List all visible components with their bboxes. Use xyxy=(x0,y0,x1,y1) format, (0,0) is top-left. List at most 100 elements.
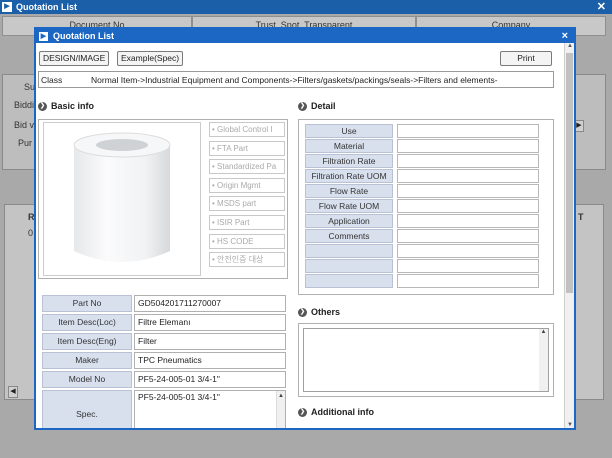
detail-section-title[interactable]: ❯ Detail xyxy=(298,101,336,111)
detail-row-empty-1 xyxy=(305,244,539,258)
field-row-item-desc-loc: Item Desc(Loc) Filtre Elemanı xyxy=(42,314,286,331)
spec-value: PF5-24-005-01 3/4-1" xyxy=(138,392,220,402)
empty-field[interactable] xyxy=(397,274,539,288)
material-field[interactable] xyxy=(397,139,539,153)
bg-hscroll-arrow[interactable]: ◀ xyxy=(8,386,18,398)
window-icon: ▶ xyxy=(2,2,12,12)
field-row-model-no: Model No PF5-24-005-01 3/4-1" xyxy=(42,371,286,388)
modal-titlebar: ▶ Quotation List × xyxy=(36,29,574,43)
detail-row-use: Use xyxy=(305,124,539,138)
use-label: Use xyxy=(305,124,393,138)
background-title: Quotation List xyxy=(16,2,77,12)
flag-standardized: • Standardized Pa xyxy=(209,159,285,175)
others-scrollbar[interactable]: ▲ xyxy=(539,329,548,391)
flag-list: • Global Control I • FTA Part • Standard… xyxy=(209,122,285,271)
item-desc-eng-field[interactable]: Filter xyxy=(134,333,286,350)
basic-fields: Part No GD504201711270007 Item Desc(Loc)… xyxy=(42,295,286,428)
additional-info-section-title[interactable]: ❯ Additional info xyxy=(298,407,374,417)
comments-label: Comments xyxy=(305,229,393,243)
class-path: Normal Item->Industrial Equipment and Co… xyxy=(91,74,498,85)
filtration-rate-label: Filtration Rate xyxy=(305,154,393,168)
bg-label-pur: Pur xyxy=(18,138,33,148)
modal-scrollbar[interactable]: ▲ ▼ xyxy=(564,43,574,428)
modal-content: DESIGN/IMAGE Example(Spec) Print Class N… xyxy=(36,43,564,428)
item-desc-loc-label: Item Desc(Loc) xyxy=(42,314,132,331)
bg-grid-cell-0: 0 xyxy=(28,228,34,238)
collapse-icon: ❯ xyxy=(298,407,307,417)
item-desc-loc-field[interactable]: Filtre Elemanı xyxy=(134,314,286,331)
quotation-modal: ▶ Quotation List × DESIGN/IMAGE Example(… xyxy=(34,27,576,430)
material-label: Material xyxy=(305,139,393,153)
filtration-rate-uom-label: Filtration Rate UOM xyxy=(305,169,393,183)
spec-textarea[interactable]: PF5-24-005-01 3/4-1" ▲ xyxy=(134,390,286,428)
detail-row-material: Material xyxy=(305,139,539,153)
print-button[interactable]: Print xyxy=(500,51,552,66)
flag-isir-part: • ISIR Part xyxy=(209,214,285,230)
maker-field[interactable]: TPC Pneumatics xyxy=(134,352,286,369)
filtration-rate-uom-field[interactable] xyxy=(397,169,539,183)
close-icon[interactable]: × xyxy=(562,29,568,43)
filtration-rate-field[interactable] xyxy=(397,154,539,168)
item-desc-eng-label: Item Desc(Eng) xyxy=(42,333,132,350)
others-section-title[interactable]: ❯ Others xyxy=(298,307,340,317)
others-box: ▲ xyxy=(298,323,554,397)
collapse-icon: ❯ xyxy=(298,101,307,111)
others-label: Others xyxy=(311,307,341,317)
flag-origin-mgmt: • Origin Mgmt xyxy=(209,177,285,193)
detail-row-empty-2 xyxy=(305,259,539,273)
class-label: Class xyxy=(41,74,63,85)
application-field[interactable] xyxy=(397,214,539,228)
field-row-item-desc-eng: Item Desc(Eng) Filter xyxy=(42,333,286,350)
bg-label-bid: Bid v xyxy=(14,120,35,130)
application-label: Application xyxy=(305,214,393,228)
field-row-maker: Maker TPC Pneumatics xyxy=(42,352,286,369)
flag-msds-part: • MSDS part xyxy=(209,196,285,212)
part-no-field[interactable]: GD504201711270007 xyxy=(134,295,286,312)
bg-grid-header-t: T xyxy=(578,212,584,222)
detail-row-flow-rate: Flow Rate xyxy=(305,184,539,198)
background-titlebar: ▶ Quotation List ✕ xyxy=(0,0,612,14)
collapse-icon: ❯ xyxy=(298,307,307,317)
flow-rate-uom-field[interactable] xyxy=(397,199,539,213)
background-close-icon[interactable]: ✕ xyxy=(597,0,606,14)
window-icon: ▶ xyxy=(39,31,48,41)
flag-fta-part: • FTA Part xyxy=(209,140,285,156)
use-field[interactable] xyxy=(397,124,539,138)
detail-row-filtration-rate-uom: Filtration Rate UOM xyxy=(305,169,539,183)
scroll-thumb[interactable] xyxy=(566,53,573,293)
scroll-up-icon[interactable]: ▲ xyxy=(565,43,575,49)
flow-rate-uom-label: Flow Rate UOM xyxy=(305,199,393,213)
collapse-icon: ❯ xyxy=(38,101,47,111)
example-spec-button[interactable]: Example(Spec) xyxy=(117,51,184,66)
part-no-label: Part No xyxy=(42,295,132,312)
scroll-down-icon[interactable]: ▼ xyxy=(565,422,575,428)
spec-scrollbar[interactable]: ▲ xyxy=(276,391,285,428)
basic-info-box: • Global Control I • FTA Part • Standard… xyxy=(38,119,288,279)
model-no-label: Model No xyxy=(42,371,132,388)
field-row-part-no: Part No GD504201711270007 xyxy=(42,295,286,312)
detail-row-filtration-rate: Filtration Rate xyxy=(305,154,539,168)
toolbar: DESIGN/IMAGE Example(Spec) Print xyxy=(38,51,554,67)
empty-label xyxy=(305,244,393,258)
modal-title: Quotation List xyxy=(53,31,114,41)
product-image xyxy=(43,122,201,276)
empty-field[interactable] xyxy=(397,244,539,258)
flag-safety-cert: • 안전인증 대상 xyxy=(209,252,285,268)
detail-row-flow-rate-uom: Flow Rate UOM xyxy=(305,199,539,213)
detail-row-comments: Comments xyxy=(305,229,539,243)
detail-box: Use Material Filtration Rate Filtration … xyxy=(298,119,554,295)
model-no-field[interactable]: PF5-24-005-01 3/4-1" xyxy=(134,371,286,388)
basic-info-section-title[interactable]: ❯ Basic info xyxy=(38,101,94,111)
comments-field[interactable] xyxy=(397,229,539,243)
spec-label: Spec. xyxy=(42,390,132,428)
flow-rate-field[interactable] xyxy=(397,184,539,198)
detail-row-empty-3 xyxy=(305,274,539,288)
flag-hs-code: • HS CODE xyxy=(209,233,285,249)
bg-label-bidding: Biddi xyxy=(14,100,35,110)
others-textarea[interactable]: ▲ xyxy=(303,328,549,392)
basic-info-label: Basic info xyxy=(51,101,95,111)
empty-field[interactable] xyxy=(397,259,539,273)
design-image-button[interactable]: DESIGN/IMAGE xyxy=(39,51,110,66)
detail-label: Detail xyxy=(311,101,336,111)
class-row: Class Normal Item->Industrial Equipment … xyxy=(38,71,554,88)
